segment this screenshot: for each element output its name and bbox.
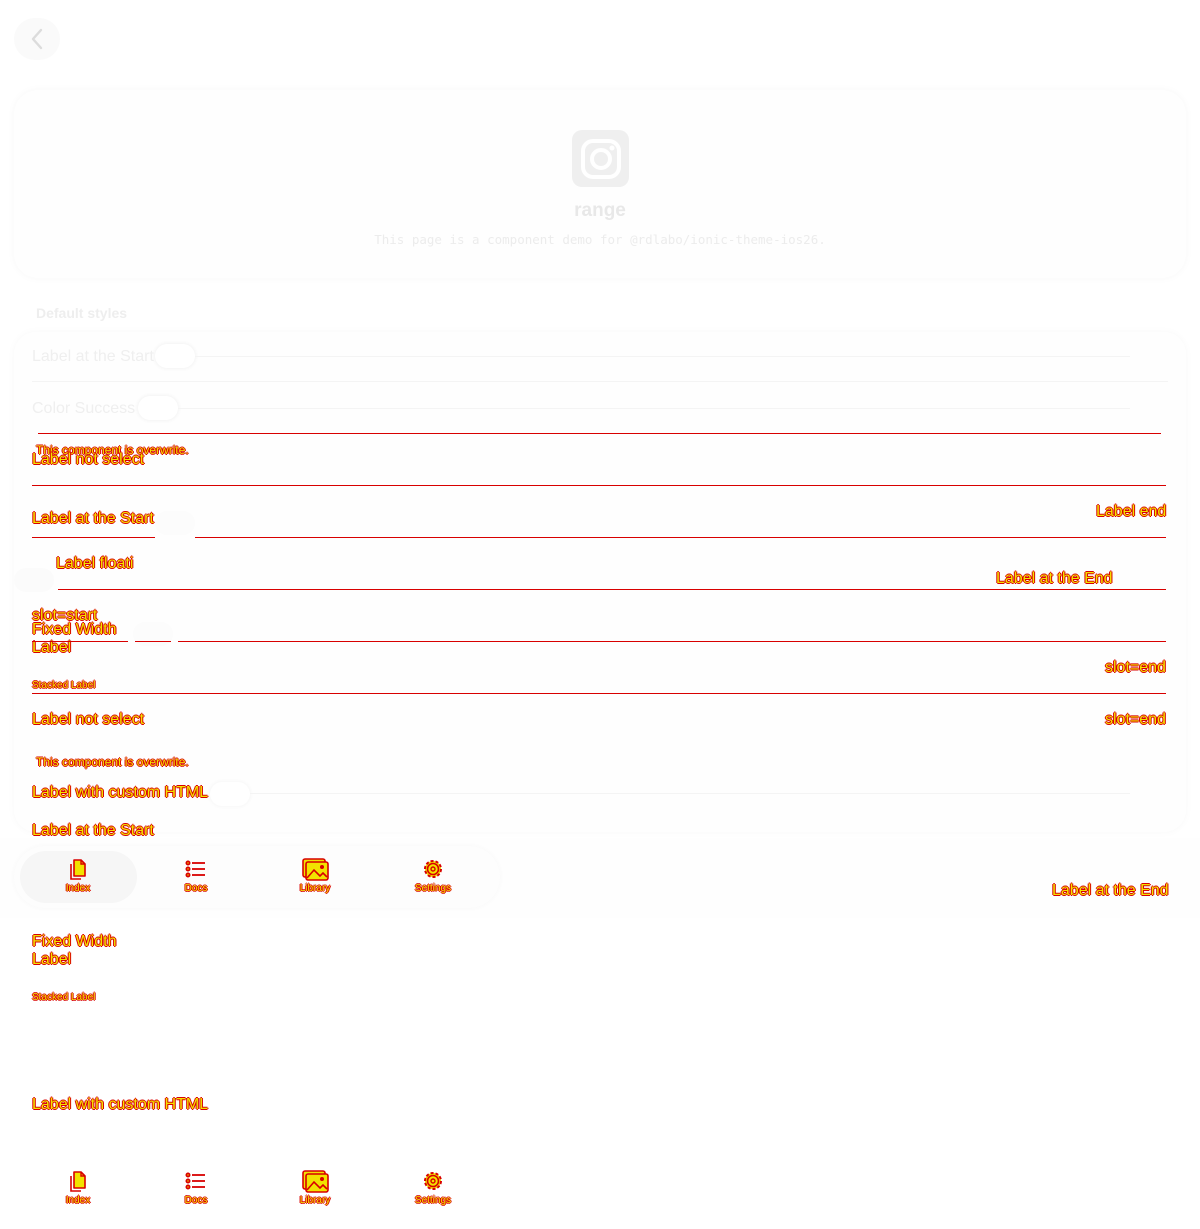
slot-end: slot=end (1105, 659, 1166, 676)
tab-settings[interactable]: Settings (374, 857, 492, 895)
fixed-width-label-2-line1: Fixed Width (32, 933, 117, 950)
range-track-success[interactable] (178, 408, 1130, 409)
tab-docs-label: Docs (184, 883, 208, 894)
row-divider (32, 381, 1168, 382)
logo (572, 130, 629, 187)
overlay-line (178, 641, 1166, 642)
documents-icon (70, 859, 86, 880)
page-subtitle: This page is a component demo for @rdlab… (374, 232, 826, 247)
overlay-line (58, 589, 1166, 590)
overlay-line (135, 641, 171, 642)
range-knob-label-start[interactable] (155, 511, 195, 535)
label-not-select: Label not select (32, 451, 145, 468)
stacked-label: Stacked Label (32, 680, 96, 691)
images-icon (302, 1170, 329, 1193)
label-at-end-2: Label at the End (1052, 882, 1169, 899)
label-custom-html-2: Label with custom HTML (32, 1096, 209, 1113)
fixed-width-label-2-line2: Label (32, 951, 72, 968)
label-floating: Label floati (56, 555, 134, 572)
documents-icon (70, 1171, 86, 1192)
label-not-select-2: Label not select (32, 711, 145, 728)
range-label-start-ghost: Label at the Start (32, 348, 154, 365)
gear-icon (424, 1172, 442, 1190)
tab-docs-2[interactable]: Docs (137, 1169, 255, 1207)
range-knob-fixed[interactable] (133, 622, 173, 646)
tab-docs-2-label: Docs (184, 1195, 208, 1206)
tab-index-label: Index (65, 883, 91, 894)
range-label-success-ghost: Color Success (32, 400, 136, 417)
tab-library[interactable]: Library (256, 857, 374, 895)
label-at-start: Label at the Start (32, 510, 154, 527)
range-knob-custom[interactable] (210, 782, 250, 806)
range-track[interactable] (195, 356, 1130, 357)
range-knob[interactable] (155, 344, 195, 368)
label-end: Label end (1096, 503, 1167, 520)
overlay-line (32, 537, 155, 538)
tab-settings-2[interactable]: Settings (374, 1169, 492, 1207)
tab-settings-2-label: Settings (414, 1195, 452, 1206)
overlay-line (32, 641, 128, 642)
section-heading: Default styles (36, 305, 128, 321)
camera-icon (580, 138, 621, 179)
overlay-line (38, 433, 1161, 434)
tab-library-2-label: Library (299, 1195, 331, 1206)
tab-index-2-label: Index (65, 1195, 91, 1206)
tab-settings-label: Settings (414, 883, 452, 894)
slot-end-2: slot=end (1105, 711, 1166, 728)
tab-docs[interactable]: Docs (137, 857, 255, 895)
label-at-end: Label at the End (996, 570, 1113, 587)
chevron-left-icon (31, 28, 43, 50)
images-icon (302, 858, 329, 881)
label-custom-html: Label with custom HTML (32, 784, 209, 801)
tab-index[interactable]: Index (19, 857, 137, 895)
tab-library-label: Library (299, 883, 331, 894)
overlay-line (32, 485, 1166, 486)
overwrite-note-2: This component is overwrite. (36, 755, 189, 769)
overlay-line (32, 693, 1166, 694)
page-title: range (574, 200, 626, 221)
list-icon (185, 1172, 205, 1190)
gear-icon (424, 860, 442, 878)
tab-library-2[interactable]: Library (256, 1169, 374, 1207)
tab-index-2[interactable]: Index (19, 1169, 137, 1207)
range-knob-floating[interactable] (14, 568, 54, 592)
fixed-width-label-line1: Fixed Width (32, 621, 117, 638)
back-button[interactable] (14, 18, 60, 60)
stacked-label-2: Stacked Label (32, 992, 96, 1003)
range-knob-success[interactable] (138, 396, 178, 420)
label-at-start-2: Label at the Start (32, 822, 154, 839)
overlay-line (195, 537, 1166, 538)
list-icon (185, 860, 205, 878)
range-track-custom[interactable] (250, 793, 1130, 794)
